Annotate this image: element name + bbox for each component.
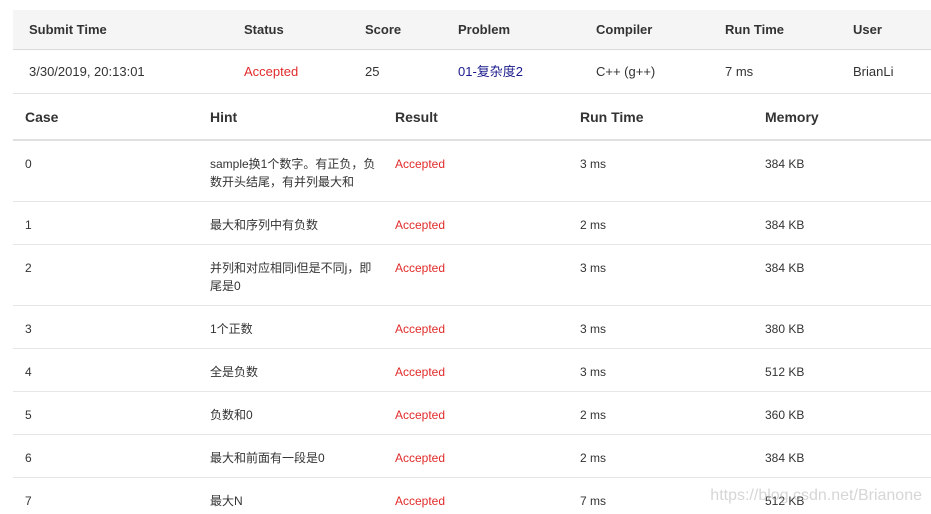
header-case: Case (25, 109, 59, 125)
header-problem: Problem (458, 22, 511, 37)
table-row: 4 全是负数 Accepted 3 ms 512 KB (13, 349, 931, 392)
case-id: 5 (25, 408, 32, 422)
header-hint: Hint (210, 109, 238, 125)
case-id: 0 (25, 157, 32, 171)
header-run-time: Run Time (725, 22, 784, 37)
case-run-time: 2 ms (580, 451, 607, 465)
case-id: 4 (25, 365, 32, 379)
table-row: 0 sample换1个数字。有正负，负数开头结尾，有并列最大和 Accepted… (13, 141, 931, 202)
status-badge: Accepted (244, 64, 299, 79)
summary-header-row: Submit Time Status Score Problem Compile… (13, 10, 931, 50)
case-memory: 360 KB (765, 408, 805, 422)
case-result: Accepted (395, 365, 446, 379)
case-result: Accepted (395, 261, 446, 275)
case-hint: 负数和0 (210, 408, 253, 422)
case-memory: 380 KB (765, 322, 805, 336)
case-result: Accepted (395, 322, 446, 336)
table-row: 3 1个正数 Accepted 3 ms 380 KB (13, 306, 931, 349)
submission-summary-table: Submit Time Status Score Problem Compile… (13, 10, 931, 94)
header-user: User (853, 22, 882, 37)
case-run-time: 7 ms (580, 494, 607, 508)
case-result: Accepted (395, 218, 446, 232)
case-hint: 1个正数 (210, 322, 253, 336)
case-memory: 384 KB (765, 261, 805, 275)
submission-row: 3/30/2019, 20:13:01 Accepted 25 01-复杂度2 … (13, 50, 931, 94)
user-name: BrianLi (853, 64, 894, 79)
submit-time: 3/30/2019, 20:13:01 (29, 64, 145, 79)
case-run-time: 3 ms (580, 322, 607, 336)
table-row: 6 最大和前面有一段是0 Accepted 2 ms 384 KB (13, 435, 931, 478)
header-submit-time: Submit Time (29, 22, 107, 37)
case-memory: 384 KB (765, 218, 805, 232)
case-result: Accepted (395, 408, 446, 422)
case-hint: 并列和对应相同i但是不同j，即尾是0 (210, 261, 372, 293)
header-case-run-time: Run Time (580, 109, 644, 125)
case-run-time: 2 ms (580, 218, 607, 232)
header-status: Status (244, 22, 284, 37)
case-id: 3 (25, 322, 32, 336)
problem-link[interactable]: 01-复杂度2 (458, 50, 523, 94)
case-result: Accepted (395, 494, 446, 508)
case-id: 2 (25, 261, 32, 275)
case-hint: 最大和前面有一段是0 (210, 451, 325, 465)
case-run-time: 3 ms (580, 157, 607, 171)
compiler: C++ (g++) (596, 64, 656, 79)
run-time: 7 ms (725, 64, 754, 79)
cases-header-row: Case Hint Result Run Time Memory (13, 95, 931, 141)
case-result: Accepted (395, 451, 446, 465)
watermark: https://blog.csdn.net/Brianone (710, 487, 922, 504)
case-run-time: 3 ms (580, 365, 607, 379)
table-row: 2 并列和对应相同i但是不同j，即尾是0 Accepted 3 ms 384 K… (13, 245, 931, 306)
header-compiler: Compiler (596, 22, 653, 37)
case-run-time: 3 ms (580, 261, 607, 275)
case-memory: 384 KB (765, 451, 805, 465)
case-id: 6 (25, 451, 32, 465)
test-cases-table: Case Hint Result Run Time Memory 0 sampl… (13, 95, 931, 514)
case-memory: 384 KB (765, 157, 805, 171)
case-id: 1 (25, 218, 32, 232)
score: 25 (365, 64, 380, 79)
table-row: 1 最大和序列中有负数 Accepted 2 ms 384 KB (13, 202, 931, 245)
header-result: Result (395, 109, 438, 125)
case-hint: 最大N (210, 494, 243, 508)
case-memory: 512 KB (765, 365, 805, 379)
header-score: Score (365, 22, 402, 37)
case-hint: 最大和序列中有负数 (210, 218, 319, 232)
case-hint: 全是负数 (210, 365, 259, 379)
case-id: 7 (25, 494, 32, 508)
case-run-time: 2 ms (580, 408, 607, 422)
header-memory: Memory (765, 109, 819, 125)
case-hint: sample换1个数字。有正负，负数开头结尾，有并列最大和 (210, 157, 376, 189)
table-row: 5 负数和0 Accepted 2 ms 360 KB (13, 392, 931, 435)
case-result: Accepted (395, 157, 446, 171)
